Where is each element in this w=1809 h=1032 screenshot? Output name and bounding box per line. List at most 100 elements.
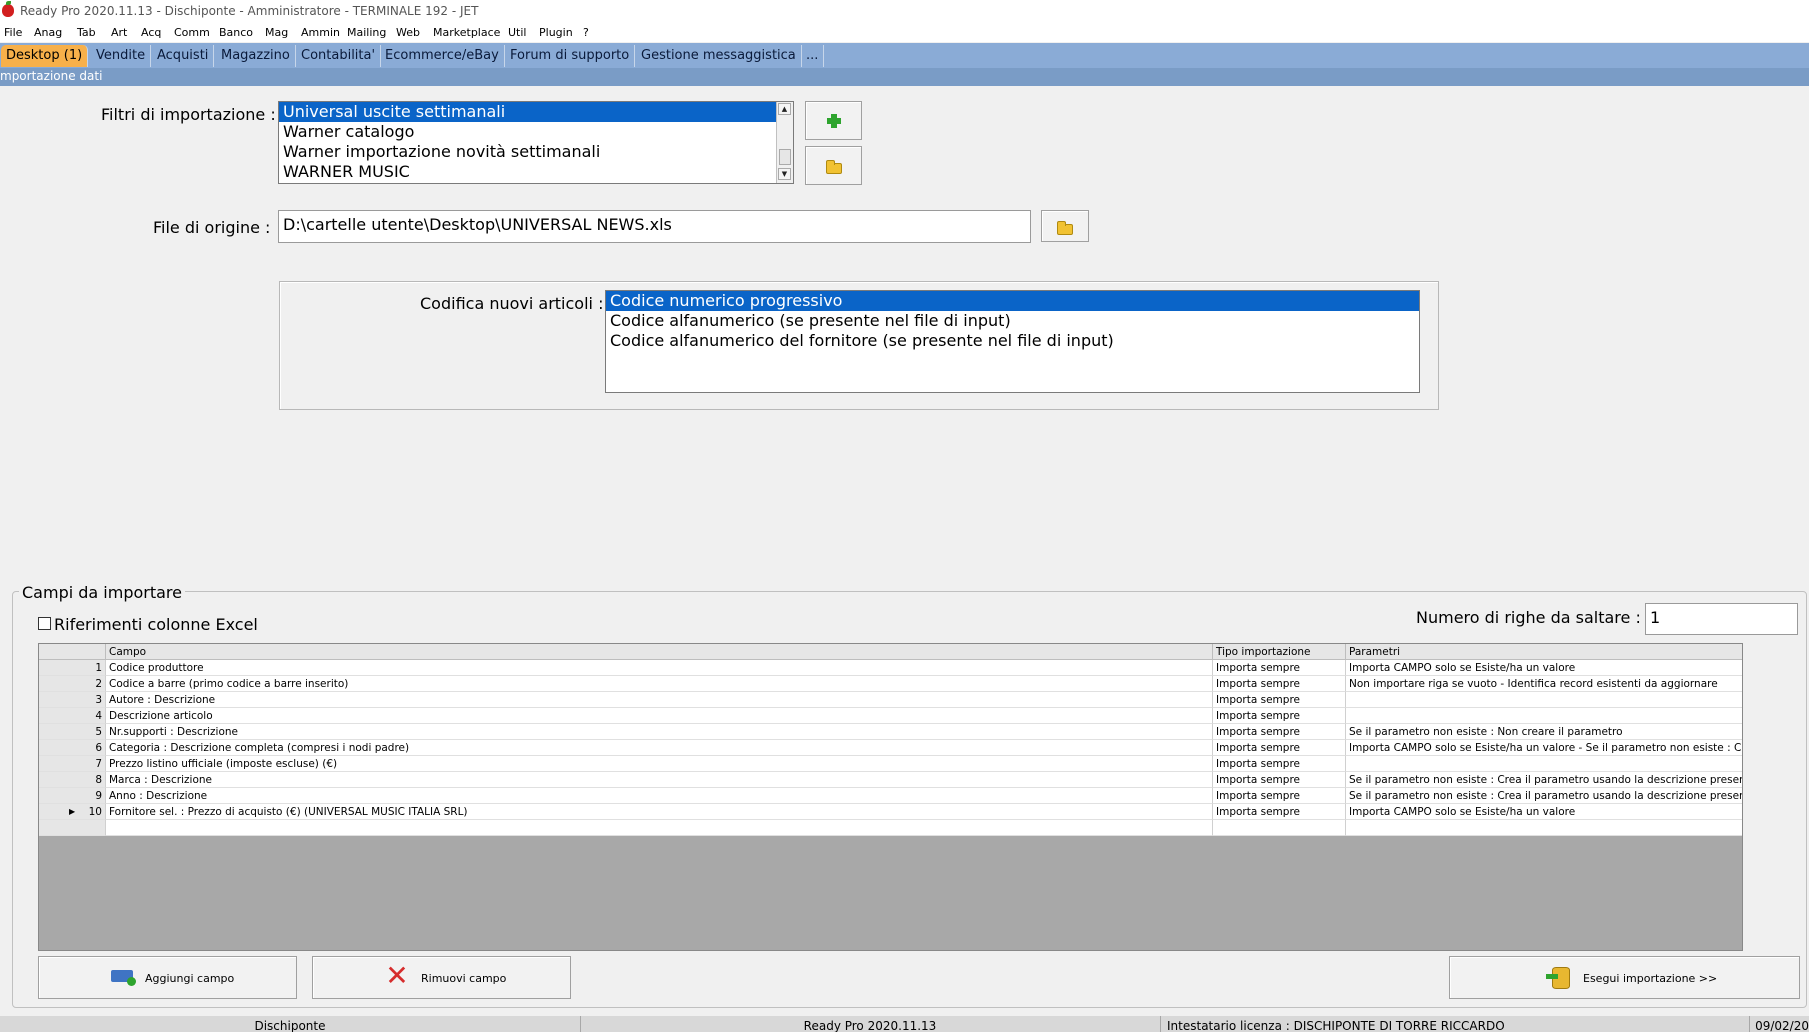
cell-parametri[interactable]: Se il parametro non esiste : Non creare … bbox=[1346, 724, 1742, 740]
tab-acquisti[interactable]: Acquisti bbox=[152, 45, 215, 67]
menu-plugin[interactable]: Plugin bbox=[539, 26, 573, 39]
cell-parametri[interactable] bbox=[1346, 756, 1742, 772]
tab-ecommerce[interactable]: Ecommerce/eBay bbox=[380, 45, 505, 67]
codifica-item[interactable]: Codice numerico progressivo bbox=[606, 291, 1419, 311]
browse-file-button[interactable] bbox=[1041, 210, 1089, 242]
title-bar: Ready Pro 2020.11.13 - Dischiponte - Amm… bbox=[0, 0, 1809, 22]
cell-parametri[interactable]: Importa CAMPO solo se Esiste/ha un valor… bbox=[1346, 740, 1742, 756]
filtri-item[interactable]: WARNER MUSIC bbox=[279, 162, 793, 182]
campi-group-title: Campi da importare bbox=[19, 583, 185, 602]
cell-parametri[interactable]: Non importare riga se vuoto - Identifica… bbox=[1346, 676, 1742, 692]
menu-art[interactable]: Art bbox=[111, 26, 127, 39]
scroll-down-icon[interactable]: ▼ bbox=[778, 168, 791, 180]
module-tab-bar: Desktop (1) Vendite Acquisti Magazzino C… bbox=[0, 43, 1809, 68]
cell-tipo[interactable]: Importa sempre bbox=[1213, 724, 1346, 740]
cell-campo[interactable]: Marca : Descrizione bbox=[106, 772, 1213, 788]
arrow-in-icon bbox=[1546, 974, 1558, 979]
filtri-item[interactable]: Warner importazione novità settimanali bbox=[279, 142, 793, 162]
cell-tipo[interactable]: Importa sempre bbox=[1213, 740, 1346, 756]
cell-campo[interactable]: Autore : Descrizione bbox=[106, 692, 1213, 708]
filtri-item[interactable]: Warner catalogo bbox=[279, 122, 793, 142]
empty-cell[interactable] bbox=[106, 820, 1213, 836]
empty-cell[interactable] bbox=[39, 820, 106, 836]
menu-anag[interactable]: Anag bbox=[34, 26, 62, 39]
codifica-item[interactable]: Codice alfanumerico del fornitore (se pr… bbox=[606, 331, 1419, 351]
menu-marketplace[interactable]: Marketplace bbox=[433, 26, 500, 39]
tab-desktop[interactable]: Desktop (1) bbox=[1, 45, 89, 67]
remove-x-icon: ✕ bbox=[385, 959, 409, 992]
column-header-parametri[interactable]: Parametri bbox=[1346, 644, 1742, 660]
codifica-listbox[interactable]: Codice numerico progressivo Codice alfan… bbox=[605, 290, 1420, 393]
folder-icon bbox=[1057, 221, 1073, 235]
cell-parametri[interactable] bbox=[1346, 708, 1742, 724]
righe-saltare-label: Numero di righe da saltare : bbox=[1416, 608, 1641, 627]
add-field-button[interactable]: Aggiungi campo bbox=[38, 956, 297, 999]
cell-tipo[interactable]: Importa sempre bbox=[1213, 772, 1346, 788]
empty-cell[interactable] bbox=[1346, 820, 1742, 836]
cell-campo[interactable]: Descrizione articolo bbox=[106, 708, 1213, 724]
row-number: ▶ 10 bbox=[39, 804, 106, 820]
cell-parametri[interactable]: Se il parametro non esiste : Crea il par… bbox=[1346, 788, 1742, 804]
cell-parametri[interactable]: Importa CAMPO solo se Esiste/ha un valor… bbox=[1346, 660, 1742, 676]
cell-campo[interactable]: Codice produttore bbox=[106, 660, 1213, 676]
row-number: 4 bbox=[39, 708, 106, 724]
run-import-button[interactable]: Esegui importazione >> bbox=[1449, 956, 1800, 999]
codifica-item[interactable]: Codice alfanumerico (se presente nel fil… bbox=[606, 311, 1419, 331]
column-header-campo[interactable]: Campo bbox=[106, 644, 1213, 660]
current-row-indicator-icon: ▶ bbox=[69, 807, 76, 816]
menu-util[interactable]: Util bbox=[508, 26, 526, 39]
cell-parametri[interactable] bbox=[1346, 692, 1742, 708]
cell-campo[interactable]: Anno : Descrizione bbox=[106, 788, 1213, 804]
filtri-item[interactable]: Universal uscite settimanali bbox=[279, 102, 793, 122]
menu-ammin[interactable]: Ammin bbox=[301, 26, 340, 39]
menu-tab[interactable]: Tab bbox=[77, 26, 96, 39]
add-filter-button[interactable] bbox=[805, 101, 862, 140]
menu-mag[interactable]: Mag bbox=[265, 26, 288, 39]
tab-more[interactable]: ... bbox=[801, 45, 825, 67]
remove-field-button[interactable]: ✕ Rimuovi campo bbox=[312, 956, 571, 999]
cell-tipo[interactable]: Importa sempre bbox=[1213, 788, 1346, 804]
cell-campo[interactable]: Codice a barre (primo codice a barre ins… bbox=[106, 676, 1213, 692]
cell-tipo[interactable]: Importa sempre bbox=[1213, 676, 1346, 692]
cell-tipo[interactable]: Importa sempre bbox=[1213, 660, 1346, 676]
empty-cell[interactable] bbox=[1213, 820, 1346, 836]
column-header-tipo[interactable]: Tipo importazione bbox=[1213, 644, 1346, 660]
tab-forum[interactable]: Forum di supporto bbox=[505, 45, 636, 67]
cell-tipo[interactable]: Importa sempre bbox=[1213, 692, 1346, 708]
menu-comm[interactable]: Comm bbox=[174, 26, 210, 39]
tab-messaggistica[interactable]: Gestione messaggistica bbox=[636, 45, 802, 67]
riferimenti-checkbox[interactable] bbox=[38, 617, 51, 630]
status-license: Intestatario licenza : DISCHIPONTE DI TO… bbox=[1160, 1016, 1750, 1032]
menu-help[interactable]: ? bbox=[583, 26, 589, 39]
cell-tipo[interactable]: Importa sempre bbox=[1213, 708, 1346, 724]
scroll-thumb[interactable] bbox=[779, 149, 791, 165]
filtri-listbox[interactable]: Universal uscite settimanali Warner cata… bbox=[278, 101, 794, 184]
tab-contabilita[interactable]: Contabilita' bbox=[296, 45, 382, 67]
status-version: Ready Pro 2020.11.13 bbox=[580, 1016, 1161, 1032]
cell-parametri[interactable]: Se il parametro non esiste : Crea il par… bbox=[1346, 772, 1742, 788]
open-filter-button[interactable] bbox=[805, 146, 862, 185]
tab-magazzino[interactable]: Magazzino bbox=[216, 45, 296, 67]
cell-campo[interactable]: Fornitore sel. : Prezzo di acquisto (€) … bbox=[106, 804, 1213, 820]
menu-mailing[interactable]: Mailing bbox=[347, 26, 386, 39]
file-origine-input[interactable]: D:\cartelle utente\Desktop\UNIVERSAL NEW… bbox=[278, 210, 1031, 243]
menu-bar: File Anag Tab Art Acq Comm Banco Mag Amm… bbox=[0, 22, 1809, 42]
filtri-scrollbar[interactable]: ▲ ▼ bbox=[776, 102, 793, 183]
cell-tipo[interactable]: Importa sempre bbox=[1213, 804, 1346, 820]
scroll-up-icon[interactable]: ▲ bbox=[778, 103, 791, 115]
campi-grid[interactable]: Campo Tipo importazione Parametri 1 Codic… bbox=[38, 643, 1743, 951]
cell-parametri[interactable]: Importa CAMPO solo se Esiste/ha un valor… bbox=[1346, 804, 1742, 820]
status-bar: Dischiponte Ready Pro 2020.11.13 Intesta… bbox=[0, 1016, 1809, 1032]
cell-tipo[interactable]: Importa sempre bbox=[1213, 756, 1346, 772]
menu-banco[interactable]: Banco bbox=[219, 26, 253, 39]
menu-web[interactable]: Web bbox=[396, 26, 420, 39]
menu-file[interactable]: File bbox=[4, 26, 22, 39]
righe-saltare-input[interactable]: 1 bbox=[1645, 603, 1798, 635]
tab-vendite[interactable]: Vendite bbox=[91, 45, 152, 67]
cell-campo[interactable]: Nr.supporti : Descrizione bbox=[106, 724, 1213, 740]
cell-campo[interactable]: Prezzo listino ufficiale (imposte esclus… bbox=[106, 756, 1213, 772]
riferimenti-label: Riferimenti colonne Excel bbox=[54, 615, 258, 634]
row-number: 5 bbox=[39, 724, 106, 740]
menu-acq[interactable]: Acq bbox=[141, 26, 161, 39]
cell-campo[interactable]: Categoria : Descrizione completa (compre… bbox=[106, 740, 1213, 756]
